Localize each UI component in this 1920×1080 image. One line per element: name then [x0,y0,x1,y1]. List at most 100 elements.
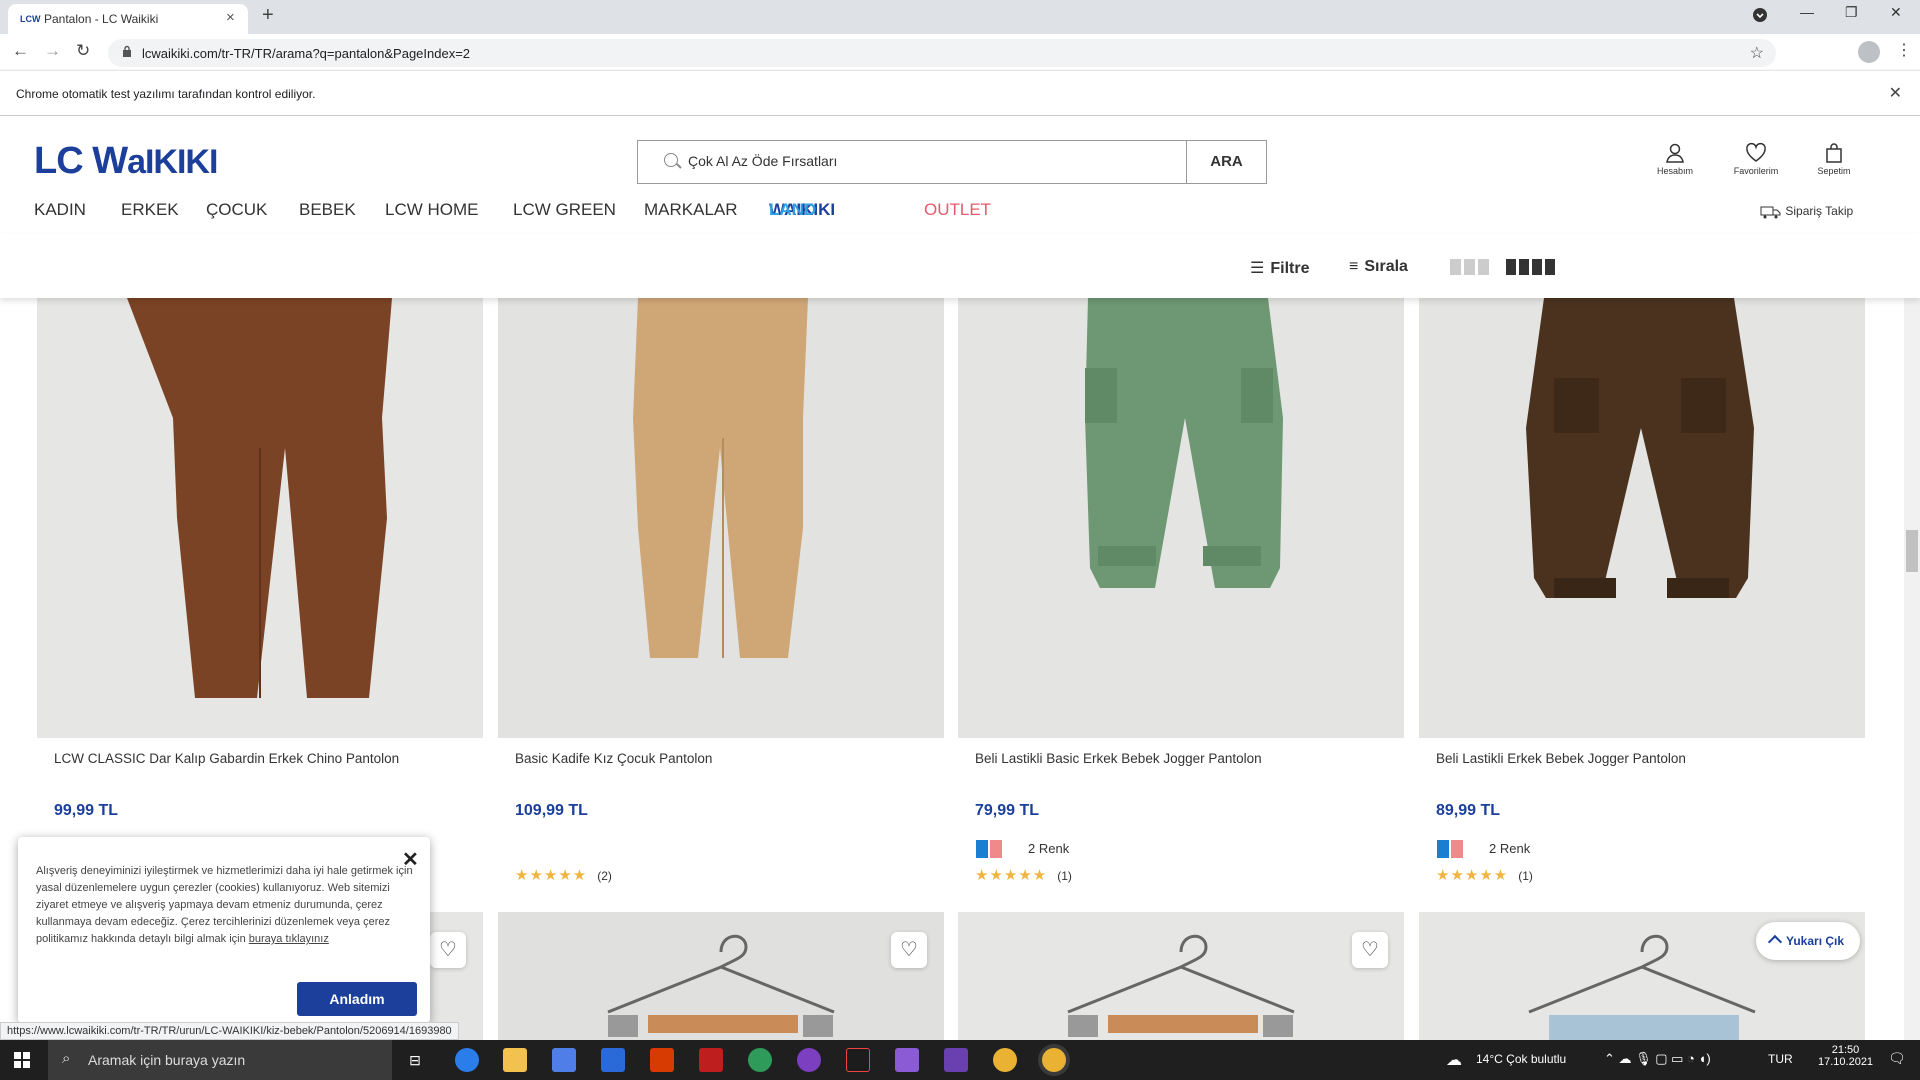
infobar-text: Chrome otomatik test yazılımı tarafından… [16,87,316,101]
product-card[interactable]: Beli Lastikli Erkek Bebek Jogger Pantolo… [1419,298,1865,898]
notification-icon[interactable]: 🗨 [1888,1050,1906,1067]
address-bar[interactable]: lcwaikiki.com/tr-TR/TR/arama?q=pantalon&… [108,39,1776,67]
weather-text[interactable]: 14°C Çok bulutlu [1476,1052,1566,1066]
rating-stars: ★★★★★ (1) [1436,866,1533,884]
color-swatch[interactable] [976,840,988,858]
favorite-heart-icon[interactable]: ♡ [430,932,466,968]
chrome-icon[interactable] [993,1048,1017,1072]
store-icon[interactable] [552,1048,576,1072]
product-card[interactable]: Beli Lastikli Basic Erkek Bebek Jogger P… [958,298,1404,898]
product-image[interactable] [498,912,944,1040]
heart-icon [1746,142,1766,162]
profile-avatar-icon[interactable] [1858,41,1880,63]
product-card[interactable]: LCW CLASSIC Dar Kalıp Gabardin Erkek Chi… [37,298,483,898]
cookie-text: Alışveriş deneyiminizi iyileştirmek ve h… [36,863,416,948]
clock-date: 17.10.2021 [1818,1056,1874,1068]
window-close-icon[interactable]: ✕ [1890,4,1902,21]
nav-erkek[interactable]: ERKEK [121,200,179,220]
product-name[interactable]: Beli Lastikli Basic Erkek Bebek Jogger P… [975,751,1262,766]
app-icon-purple[interactable] [797,1048,821,1072]
tab-close-icon[interactable]: × [226,9,235,26]
filter-button[interactable]: ☰ Filtre [1250,258,1309,278]
cart-link[interactable]: Sepetim [1806,142,1862,176]
grid-3-view-icon[interactable] [1450,259,1489,275]
visual-studio-icon[interactable] [944,1048,968,1072]
chrome-active-icon[interactable] [1042,1048,1066,1072]
file-explorer-icon[interactable] [503,1048,527,1072]
chrome-menu-icon[interactable]: ⋮ [1896,40,1912,60]
lcw-logo[interactable]: LC WaIKIKI [34,140,218,183]
nav-lcw-home[interactable]: LCW HOME [385,200,479,220]
color-options[interactable]: 2 Renk [1437,840,1530,858]
sort-label: Sırala [1364,258,1408,275]
search-button[interactable]: ARA [1186,141,1266,183]
windows-taskbar: ⌕ Aramak için buraya yazın ⊟ ☁ 14°C Çok … [0,1040,1920,1080]
bookmark-star-icon[interactable]: ☆ [1750,43,1764,63]
tab-search-icon[interactable] [1752,7,1768,26]
product-image[interactable] [37,298,483,738]
search-input[interactable]: Çok Al Az Öde Fırsatları [688,153,837,169]
cookie-accept-button[interactable]: Anladım [297,982,417,1016]
color-swatch[interactable] [1437,840,1449,858]
stars-icon: ★★★★★ [975,867,1048,884]
edge-icon[interactable] [455,1048,479,1072]
nav-outlet[interactable]: OUTLET [924,200,991,220]
forward-icon[interactable]: → [44,41,61,61]
cookie-policy-link[interactable]: buraya tıklayınız [249,933,329,945]
browser-tab[interactable]: LCW Pantalon - LC Waikiki × [8,4,248,34]
windows-start-icon[interactable] [14,1052,30,1068]
nav-lcw-green[interactable]: LCW GREEN [513,200,616,220]
url-text: lcwaikiki.com/tr-TR/TR/arama?q=pantalon&… [142,46,471,61]
taskbar-search-icon: ⌕ [62,1050,71,1067]
nav-markalar[interactable]: MARKALAR [644,200,738,220]
color-count: 2 Renk [1028,841,1070,856]
favorite-heart-icon[interactable]: ♡ [891,932,927,968]
favorites-link[interactable]: Favorilerim [1728,142,1784,176]
page-scrollbar[interactable] [1904,234,1920,1042]
product-price: 99,99 TL [54,802,119,819]
system-tray-icons[interactable]: ⌃ ☁ 🎙 ▢ ▭ ◔ ◖) [1604,1051,1711,1067]
cookie-banner: ✕ Alışveriş deneyiminizi iyileştirmek ve… [18,837,430,1023]
mail-icon[interactable] [601,1048,625,1072]
grid-4-view-icon[interactable] [1506,259,1555,275]
color-swatch[interactable] [1451,840,1463,858]
task-view-icon[interactable]: ⊟ [403,1048,427,1072]
color-options[interactable]: 2 Renk [976,840,1069,858]
product-image[interactable] [498,298,944,738]
product-image[interactable] [958,912,1404,1040]
nav-kadin[interactable]: KADIN [34,200,86,220]
minimize-icon[interactable]: — [1800,4,1814,20]
product-name[interactable]: Beli Lastikli Erkek Bebek Jogger Pantolo… [1436,751,1686,766]
product-name[interactable]: LCW CLASSIC Dar Kalıp Gabardin Erkek Chi… [54,751,399,766]
scrollbar-thumb[interactable] [1906,530,1918,572]
nav-cocuk[interactable]: ÇOCUK [206,200,267,220]
office-icon[interactable] [650,1048,674,1072]
back-icon[interactable]: ← [12,41,29,61]
product-image[interactable] [1419,298,1865,738]
nav-bebek[interactable]: BEBEK [299,200,356,220]
user-icon [1666,143,1684,163]
vs-code-icon[interactable] [895,1048,919,1072]
clock[interactable]: 21:50 17.10.2021 [1818,1044,1873,1068]
jetbrains-icon[interactable] [846,1048,870,1072]
infobar-close-icon[interactable]: ✕ [1889,83,1902,103]
truck-icon [1760,206,1781,219]
review-count: (1) [1518,869,1533,883]
color-swatch[interactable] [990,840,1002,858]
taskbar-search[interactable]: ⌕ Aramak için buraya yazın [48,1040,392,1080]
language-indicator[interactable]: TUR [1768,1052,1793,1066]
weather-icon[interactable]: ☁ [1446,1050,1462,1070]
account-link[interactable]: Hesabım [1647,142,1703,176]
product-image[interactable] [958,298,1404,738]
maximize-icon[interactable]: ❐ [1845,4,1858,21]
order-tracking-link[interactable]: Sipariş Takip [1760,204,1853,219]
new-tab-icon[interactable]: + [262,4,274,27]
reload-icon[interactable]: ↻ [76,41,90,61]
back-to-top-button[interactable]: Yukarı Çık [1756,922,1860,960]
filezilla-icon[interactable] [699,1048,723,1072]
sort-button[interactable]: ≡ Sırala [1349,258,1408,276]
product-card[interactable]: Basic Kadife Kız Çocuk Pantolon 109,99 T… [498,298,944,898]
favorite-heart-icon[interactable]: ♡ [1352,932,1388,968]
app-icon-green[interactable] [748,1048,772,1072]
product-name[interactable]: Basic Kadife Kız Çocuk Pantolon [515,751,712,766]
